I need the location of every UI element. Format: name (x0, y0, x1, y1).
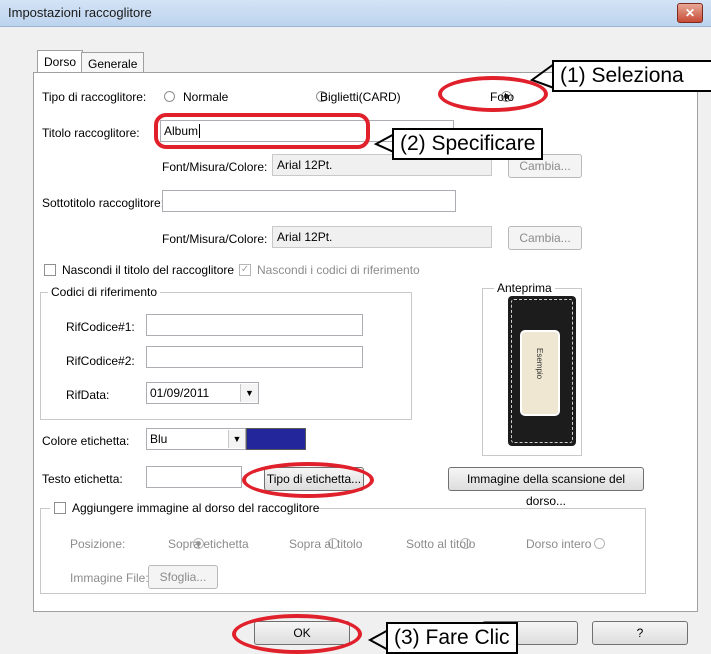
close-button[interactable]: ✕ (677, 3, 703, 23)
browse-button[interactable]: Sfoglia... (148, 565, 218, 589)
preview-spine: Esempio (508, 296, 576, 446)
subtitle-input[interactable] (162, 190, 456, 212)
hide-codes-checkbox[interactable]: ✓ (239, 264, 251, 276)
ref-code1-label: RifCodice#1: (66, 320, 135, 334)
callout-one: (1) Seleziona (552, 60, 711, 92)
help-button[interactable]: ? (592, 621, 688, 645)
tab-dorso-label: Dorso (44, 55, 77, 69)
title-font-value: Arial 12Pt. (277, 158, 333, 172)
subtitle-font-display: Arial 12Pt. (272, 226, 492, 248)
title-label: Titolo raccoglitore: (42, 126, 140, 140)
radio-dorso-intero[interactable] (594, 538, 606, 549)
title-font-label: Font/Misura/Colore: (162, 160, 268, 174)
subtitle-font-label: Font/Misura/Colore: (162, 232, 268, 246)
ref-date-label: RifData: (66, 388, 110, 402)
add-image-checkbox[interactable] (54, 502, 66, 514)
ref-code2-label: RifCodice#2: (66, 354, 135, 368)
ref-codes-group-title: Codici di riferimento (48, 285, 161, 299)
chevron-down-icon[interactable]: ▼ (228, 430, 245, 448)
preview-sample-text: Esempio (535, 348, 544, 380)
preview-title: Anteprima (494, 281, 555, 295)
binder-type-label: Tipo di raccoglitore: (42, 90, 147, 104)
position-label: Posizione: (70, 537, 126, 551)
radio-biglietti-label: Biglietti(CARD) (320, 90, 401, 104)
title-bar: Impostazioni raccoglitore ✕ (0, 0, 711, 27)
hide-title-label: Nascondi il titolo del raccoglitore (62, 263, 235, 277)
radio-sopra-etichetta-label: Sopra etichetta (168, 537, 249, 551)
chevron-down-icon[interactable]: ▼ (240, 384, 258, 402)
radio-normale[interactable] (164, 91, 175, 102)
window-title: Impostazioni raccoglitore (8, 5, 152, 20)
radio-normale-label: Normale (183, 90, 229, 104)
subtitle-font-change-button[interactable]: Cambia... (508, 226, 582, 250)
label-text-input[interactable] (146, 466, 242, 488)
callout-three: (3) Fare Clic (386, 622, 518, 654)
label-color-value: Blu (150, 432, 168, 446)
callout-two: (2) Specificare (392, 128, 544, 160)
highlight-title-input (154, 113, 370, 149)
label-color-label: Colore etichetta: (42, 434, 130, 448)
add-image-label: Aggiungere immagine al dorso del raccogl… (72, 501, 320, 515)
ref-date-value: 01/09/2011 (150, 386, 210, 400)
radio-sotto-titolo-label: Sotto al titolo (406, 537, 476, 551)
ref-code2-input[interactable] (146, 346, 363, 368)
hide-codes-label: Nascondi i codici di riferimento (257, 263, 420, 277)
radio-sopra-titolo-label: Sopra al titolo (289, 537, 363, 551)
subtitle-font-value: Arial 12Pt. (277, 230, 333, 244)
highlight-ok (232, 614, 362, 654)
spine-scan-button[interactable]: Immagine della scansione del dorso... (448, 467, 644, 508)
hide-title-checkbox[interactable] (44, 264, 56, 276)
subtitle-label: Sottotitolo raccoglitore: (42, 196, 165, 210)
tab-generale-label: Generale (88, 57, 138, 71)
label-text-label: Testo etichetta: (42, 472, 123, 486)
ref-code1-input[interactable] (146, 314, 363, 336)
image-file-label: Immagine File: (70, 571, 149, 585)
radio-dorso-intero-label: Dorso intero (526, 537, 592, 551)
label-color-swatch (246, 428, 306, 450)
highlight-label-type (242, 462, 374, 498)
